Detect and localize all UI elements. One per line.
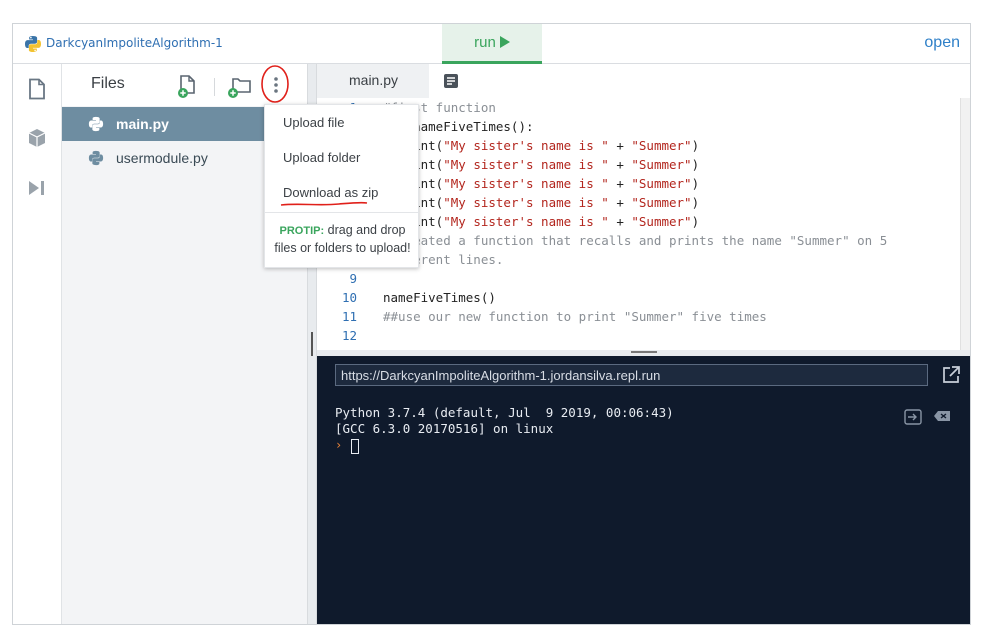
string-token: "Summer": [631, 214, 692, 229]
code-text: nameFiveTimes(): [383, 290, 496, 305]
run-label: run: [474, 34, 496, 51]
files-icon[interactable]: [27, 78, 47, 100]
run-button[interactable]: run: [442, 24, 542, 64]
annotation-underline: [280, 201, 368, 206]
code-token: +: [608, 138, 632, 153]
more-options-icon[interactable]: [265, 73, 287, 99]
code-text: print("My sister's name is " + "Summer"): [383, 157, 699, 172]
console-line: [GCC 6.3.0 20170516] on linux: [335, 421, 554, 436]
comment-token: ##use our new function to print "Summer"…: [383, 309, 767, 324]
protip-text: PROTIP: drag and drop files or folders t…: [269, 222, 416, 257]
notes-icon[interactable]: [443, 73, 459, 89]
string-token: "Summer": [631, 138, 692, 153]
line-number: 11: [341, 309, 357, 324]
code-text: print("My sister's name is " + "Summer"): [383, 214, 699, 229]
packages-icon[interactable]: [27, 127, 47, 149]
play-icon: [499, 36, 510, 48]
exit-console-icon[interactable]: [904, 409, 922, 425]
debugger-icon[interactable]: [27, 177, 47, 199]
tab-label: main.py: [349, 72, 399, 88]
top-bar: DarkcyanImpoliteAlgorithm-1 run open: [13, 24, 970, 64]
string-token: "Summer": [631, 195, 692, 210]
string-token: "My sister's name is ": [443, 157, 609, 172]
new-folder-icon[interactable]: [227, 73, 253, 99]
string-token: "Summer": [631, 176, 692, 191]
code-token: nameFiveTimes(): [383, 290, 496, 305]
header-divider: [214, 78, 215, 96]
repl-url: https://DarkcyanImpoliteAlgorithm-1.jord…: [341, 368, 661, 383]
file-name: usermodule.py: [116, 150, 208, 166]
code-text: ##use our new function to print "Summer"…: [383, 309, 767, 324]
tab-main-py[interactable]: main.py: [317, 64, 429, 98]
open-external-icon[interactable]: [941, 365, 961, 385]
line-number: 12: [341, 328, 357, 343]
comment-token: ##created a function that recalls and pr…: [383, 233, 888, 248]
string-token: "My sister's name is ": [443, 214, 609, 229]
menu-item-upload-file[interactable]: Upload file: [283, 115, 344, 130]
code-text: print("My sister's name is " + "Summer"): [383, 176, 699, 191]
repl-url-bar[interactable]: https://DarkcyanImpoliteAlgorithm-1.jord…: [335, 364, 928, 386]
code-text: print("My sister's name is " + "Summer"): [383, 138, 699, 153]
code-token: ): [691, 214, 700, 229]
python-file-icon: [88, 116, 104, 132]
editor-tab-bar: main.py: [317, 64, 970, 98]
repl-name[interactable]: DarkcyanImpoliteAlgorithm-1: [46, 36, 223, 50]
console-line: Python 3.7.4 (default, Jul 9 2019, 00:06…: [335, 405, 674, 420]
menu-divider: [265, 212, 418, 213]
console-panel[interactable]: https://DarkcyanImpoliteAlgorithm-1.jord…: [317, 356, 970, 624]
code-token: ): [691, 138, 700, 153]
string-token: "My sister's name is ": [443, 195, 609, 210]
console-output: Python 3.7.4 (default, Jul 9 2019, 00:06…: [335, 405, 674, 437]
menu-item-download-zip[interactable]: Download as zip: [283, 185, 378, 200]
prompt-icon: ›: [335, 438, 343, 452]
python-file-icon: [88, 150, 104, 166]
tab-bar-empty: [429, 64, 970, 98]
code-token: ): [691, 176, 700, 191]
line-number: 9: [349, 271, 357, 286]
code-token: +: [608, 176, 632, 191]
protip-label: PROTIP:: [279, 225, 325, 237]
text-cursor: [351, 439, 359, 454]
string-token: "My sister's name is ": [443, 138, 609, 153]
file-name: main.py: [116, 116, 169, 132]
code-line: 9: [317, 271, 967, 290]
line-number: 10: [341, 290, 357, 305]
code-token: +: [608, 195, 632, 210]
editor-scrollbar[interactable]: [960, 98, 970, 354]
split-grip: [631, 351, 657, 353]
sidebar-rail: [13, 64, 62, 624]
code-line: 11 ##use our new function to print "Summe…: [317, 309, 967, 328]
clear-console-icon[interactable]: [933, 410, 951, 422]
files-title: Files: [91, 75, 125, 92]
python-logo-icon: [25, 36, 41, 52]
open-link[interactable]: open: [924, 34, 960, 52]
code-text: ##created a function that recalls and pr…: [383, 233, 887, 248]
string-token: "My sister's name is ": [443, 176, 609, 191]
code-token: ): [691, 195, 700, 210]
string-token: "Summer": [631, 157, 692, 172]
code-token: +: [608, 157, 632, 172]
code-token: +: [608, 214, 632, 229]
new-file-icon[interactable]: [177, 73, 199, 99]
resize-grip: [311, 332, 313, 356]
code-token: ): [691, 157, 700, 172]
menu-item-upload-folder[interactable]: Upload folder: [283, 150, 360, 165]
files-header: Files: [62, 64, 307, 106]
code-line: 12: [317, 328, 967, 347]
repl-workspace: DarkcyanImpoliteAlgorithm-1 run open Fil…: [12, 23, 971, 625]
files-options-menu: Upload file Upload folder Download as zi…: [264, 104, 419, 268]
code-line: 10 nameFiveTimes(): [317, 290, 967, 309]
code-text: print("My sister's name is " + "Summer"): [383, 195, 699, 210]
